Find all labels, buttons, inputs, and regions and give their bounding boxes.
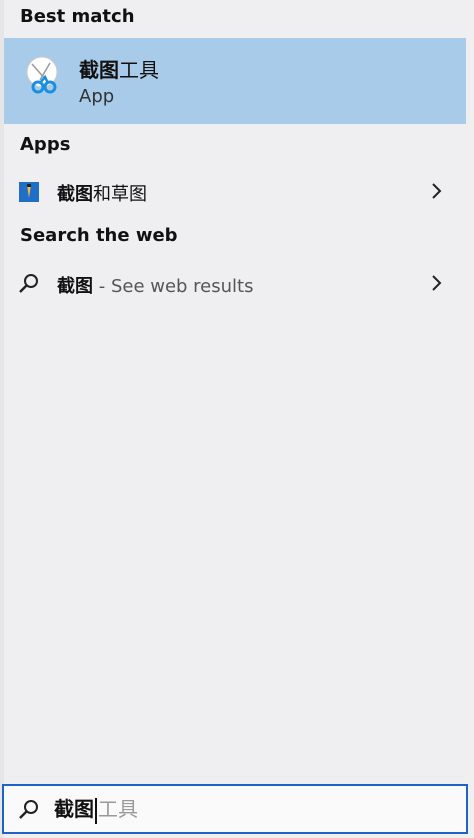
search-autocomplete-hint: 工具 [98, 797, 138, 821]
app-result-snip-sketch[interactable]: 截图和草图 [4, 171, 466, 211]
taskbar-search-box[interactable]: 截图 工具 [2, 784, 468, 834]
best-match-title-bold: 截图 [79, 58, 119, 82]
web-result-query: 截图 [57, 276, 93, 297]
search-web-heading: Search the web [20, 225, 178, 246]
app-result-title-bold: 截图 [57, 184, 93, 205]
search-typed-text: 截图 [54, 797, 94, 821]
snipping-tool-icon [26, 56, 58, 94]
best-match-subtitle: App [79, 86, 115, 107]
search-input[interactable]: 截图 工具 [54, 786, 454, 832]
app-result-title-rest: 和草图 [93, 184, 147, 205]
app-result-title: 截图和草图 [57, 180, 147, 206]
snip-and-sketch-icon [19, 182, 39, 202]
web-search-result[interactable]: 截图 - See web results [4, 263, 466, 303]
search-icon [19, 800, 38, 819]
chevron-right-icon[interactable] [426, 181, 446, 201]
text-caret [95, 797, 97, 824]
apps-heading: Apps [20, 134, 71, 155]
search-icon [19, 274, 38, 293]
web-result-text: 截图 - See web results [57, 272, 253, 298]
best-match-title: 截图工具 [79, 54, 159, 83]
best-match-title-rest: 工具 [119, 58, 159, 82]
web-result-suffix: - See web results [93, 276, 254, 297]
chevron-right-icon[interactable] [426, 273, 446, 293]
search-results-panel: Best match 截图工具 App Apps 截图和草图 Search th… [4, 0, 470, 782]
best-match-heading: Best match [20, 6, 135, 27]
best-match-result[interactable]: 截图工具 App [4, 38, 466, 124]
